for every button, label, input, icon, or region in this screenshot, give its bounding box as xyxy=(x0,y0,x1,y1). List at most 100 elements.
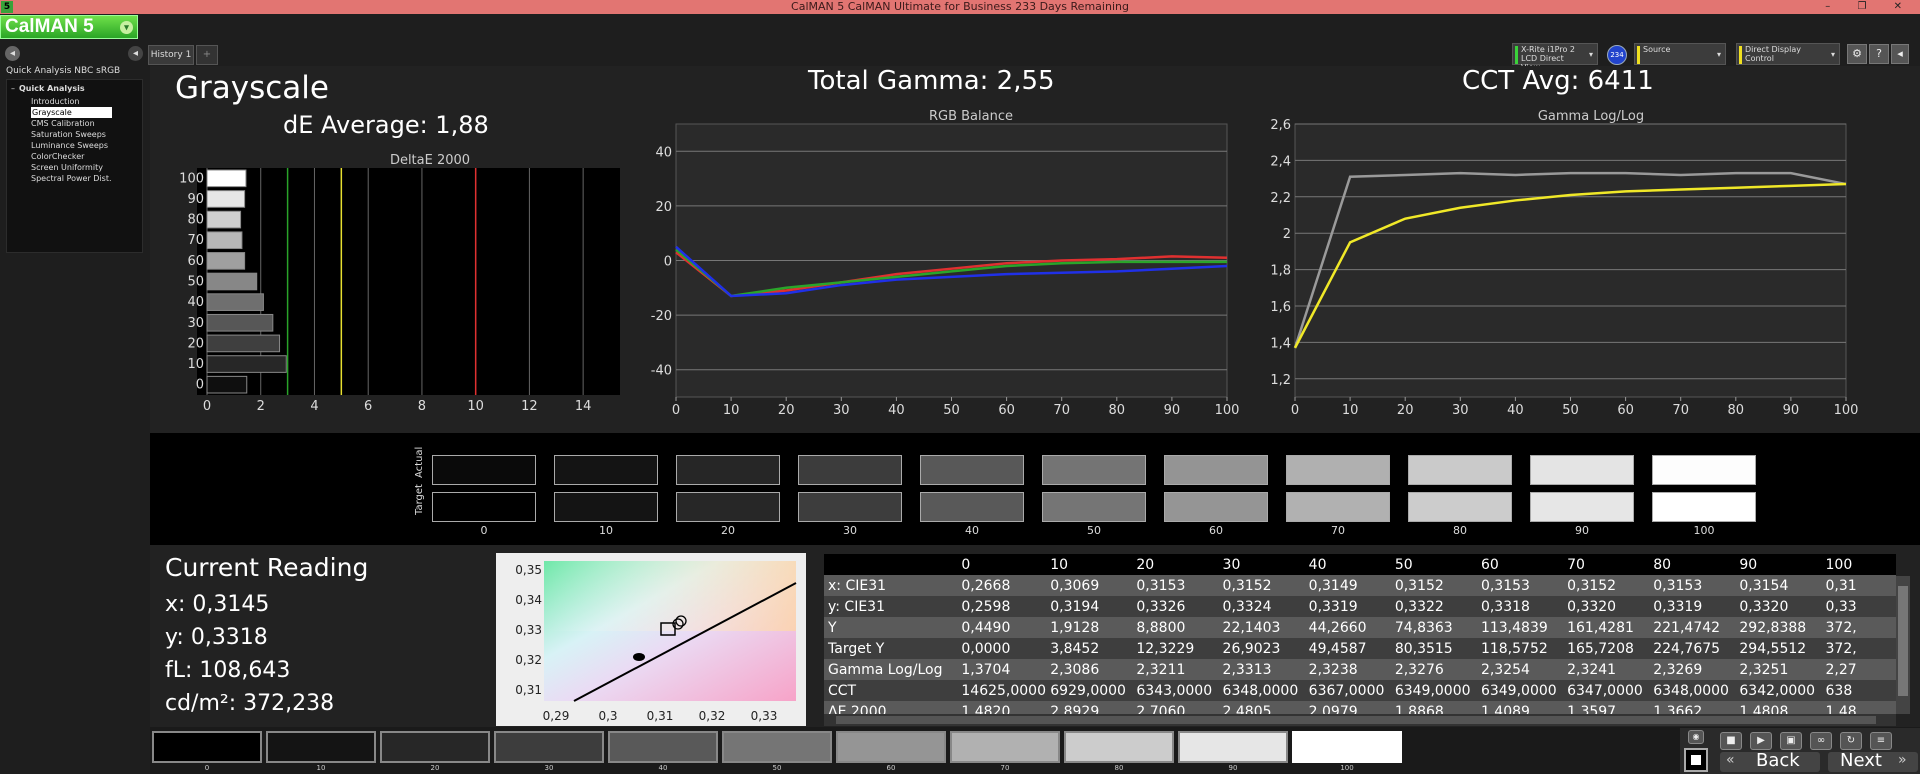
table-horizontal-scrollbar[interactable] xyxy=(824,714,1896,726)
sidebar-item[interactable]: ColorChecker xyxy=(31,151,112,162)
table-cell: 74,8363 xyxy=(1392,617,1479,638)
tree-root[interactable]: Quick Analysis xyxy=(19,84,85,93)
gm-y-tick: 1,8 xyxy=(1270,264,1291,279)
swatch-label: 50 xyxy=(1087,524,1101,537)
source-selector[interactable]: Source ▾ xyxy=(1634,43,1726,65)
workflow-name: Quick Analysis NBC sRGB xyxy=(6,66,121,76)
table-cell: 0,3069 xyxy=(1048,575,1135,596)
chevron-left-icon[interactable]: ◂ xyxy=(1891,44,1909,64)
table-cell: 6342,0000 xyxy=(1737,680,1824,701)
bottom-swatch[interactable] xyxy=(608,731,718,763)
table-row[interactable]: Y 0,4490 1,9128 8,8800 22,1403 44,2660 74,8363… xyxy=(824,617,1896,638)
window-controls[interactable]: – ❐ ✕ xyxy=(1825,0,1914,14)
table-cell: 0,3153 xyxy=(1651,575,1738,596)
table-cell: 0,3319 xyxy=(1306,596,1393,617)
next-button[interactable]: Next » xyxy=(1828,750,1918,772)
deltae-x-tick: 8 xyxy=(418,399,426,414)
table-row[interactable]: Gamma Log/Log 1,3704 2,3086 2,3211 2,3313 2,3… xyxy=(824,659,1896,680)
meter-selector[interactable]: X-Rite i1Pro 2LCD Direct View ▾ xyxy=(1512,43,1598,72)
bottom-swatch[interactable] xyxy=(266,731,376,763)
sidebar: Quick Analysis NBC sRGB – Quick Analysis… xyxy=(0,66,148,774)
sidebar-item[interactable]: Grayscale xyxy=(31,107,112,118)
collapse-sidebar-icon[interactable]: ◂ xyxy=(128,46,143,61)
table-vertical-scrollbar[interactable] xyxy=(1896,576,1910,714)
collapse-tree-icon[interactable]: – xyxy=(11,84,15,93)
table-row[interactable]: x: CIE31 0,2668 0,3069 0,3153 0,3152 0,3149 0,… xyxy=(824,575,1896,596)
back-button[interactable]: « Back xyxy=(1720,750,1820,772)
table-row[interactable]: Target Y 0,0000 3,8452 12,3229 26,9023 49,458… xyxy=(824,638,1896,659)
save-icon[interactable]: ▣ xyxy=(1780,732,1802,750)
swatch-target xyxy=(1042,492,1146,522)
bottom-swatch-label: 10 xyxy=(316,764,326,772)
capture-icon[interactable]: ◉ xyxy=(1688,730,1704,744)
loop-icon[interactable]: ∞ xyxy=(1810,732,1832,750)
deltae-x-tick: 4 xyxy=(310,399,318,414)
bottom-swatch-label: 70 xyxy=(1000,764,1010,772)
sidebar-item[interactable]: Luminance Sweeps xyxy=(31,140,112,151)
table-row[interactable]: y: CIE31 0,2598 0,3194 0,3326 0,3324 0,3319 0,… xyxy=(824,596,1896,617)
table-row-label: y: CIE31 xyxy=(824,596,960,617)
read-series-icon[interactable]: ≡ xyxy=(1870,732,1892,750)
table-cell: 0,3153 xyxy=(1134,575,1221,596)
deltae-bar xyxy=(206,252,246,270)
table-cell: 113,4839 xyxy=(1478,617,1566,638)
reading-x: x: 0,3145 xyxy=(165,592,270,617)
meter-badge-icon[interactable]: 234 xyxy=(1607,45,1627,65)
bottom-swatch[interactable] xyxy=(722,731,832,763)
bottom-swatch-label: 80 xyxy=(1114,764,1124,772)
bottom-swatch[interactable] xyxy=(380,731,490,763)
bottom-swatch[interactable] xyxy=(152,731,262,763)
bottom-swatch[interactable] xyxy=(1064,731,1174,763)
table-cell: 49,4587 xyxy=(1306,638,1393,659)
deltae-bar xyxy=(206,231,243,250)
bottom-swatch[interactable] xyxy=(836,731,946,763)
rgb-x-tick: 10 xyxy=(723,403,740,418)
rgb-x-tick: 20 xyxy=(778,403,795,418)
display-control-selector[interactable]: Direct Display Control ▾ xyxy=(1736,43,1840,65)
bottom-swatch-label: 20 xyxy=(430,764,440,772)
stop-icon[interactable]: ■ xyxy=(1720,732,1742,750)
settings-gear-icon[interactable]: ⚙ xyxy=(1847,44,1867,64)
sidebar-item[interactable]: Spectral Power Dist. xyxy=(31,173,112,184)
calman-logo-button[interactable]: CalMAN 5 ▾ xyxy=(0,15,138,39)
table-row[interactable]: ΔE 2000 1,4820 2,8929 2,7060 2,4805 2,0979 1,8… xyxy=(824,701,1896,714)
gm-x-tick: 20 xyxy=(1397,403,1414,418)
rgb-balance-chart: RGB Balance 40 20 0 -20 -40 0 10 20 30 40 50 60 70 80… xyxy=(651,109,1240,418)
sidebar-item[interactable]: Screen Uniformity xyxy=(31,162,112,173)
bottom-swatch[interactable] xyxy=(1178,731,1288,763)
data-table[interactable]: 0 10 20 30 40 50 60 70 80 90 100 x: CIE31 0,2668 0,30… xyxy=(824,554,1896,714)
current-reading-title: Current Reading xyxy=(165,553,369,582)
bottom-swatch[interactable] xyxy=(1292,731,1402,763)
back-nav-icon[interactable]: ◂ xyxy=(5,46,20,61)
table-cell: 6367,0000 xyxy=(1306,680,1393,701)
table-cell: 14625,0000 xyxy=(959,680,1049,701)
bottom-swatch[interactable] xyxy=(494,731,604,763)
table-cell: 6349,0000 xyxy=(1478,680,1566,701)
meter-status-stripe xyxy=(1515,46,1518,64)
gm-x-tick: 100 xyxy=(1834,403,1859,418)
help-icon[interactable]: ? xyxy=(1869,44,1889,64)
add-history-button[interactable]: + xyxy=(196,45,218,65)
sidebar-item[interactable]: Saturation Sweeps xyxy=(31,129,112,140)
bottom-swatch[interactable] xyxy=(950,731,1060,763)
swatch-label: 40 xyxy=(965,524,979,537)
table-cell: 0,3152 xyxy=(1220,575,1307,596)
stop-square-icon xyxy=(1691,755,1701,765)
refresh-icon[interactable]: ↻ xyxy=(1840,732,1862,750)
stop-reading-button[interactable] xyxy=(1684,748,1708,772)
sidebar-item[interactable]: Introduction xyxy=(31,96,112,107)
table-cell: 221,4742 xyxy=(1651,617,1738,638)
table-cell: 0,3320 xyxy=(1565,596,1652,617)
swatch-actual xyxy=(920,455,1024,485)
table-cell: 0,4490 xyxy=(959,617,1049,638)
table-cell: 0,3318 xyxy=(1478,596,1566,617)
table-row[interactable]: CCT 14625,0000 6929,0000 6343,0000 6348,0000… xyxy=(824,680,1896,701)
tab-history-1[interactable]: History 1 xyxy=(148,45,194,65)
deltae-bar xyxy=(206,169,247,188)
play-icon[interactable]: ▶ xyxy=(1750,732,1772,750)
cie-x-tick: 0,29 xyxy=(543,709,570,723)
table-cell: 2,27 xyxy=(1823,659,1896,680)
swatch-target xyxy=(432,492,536,522)
table-column-header: 10 xyxy=(1048,554,1135,575)
sidebar-item[interactable]: CMS Calibration xyxy=(31,118,112,129)
